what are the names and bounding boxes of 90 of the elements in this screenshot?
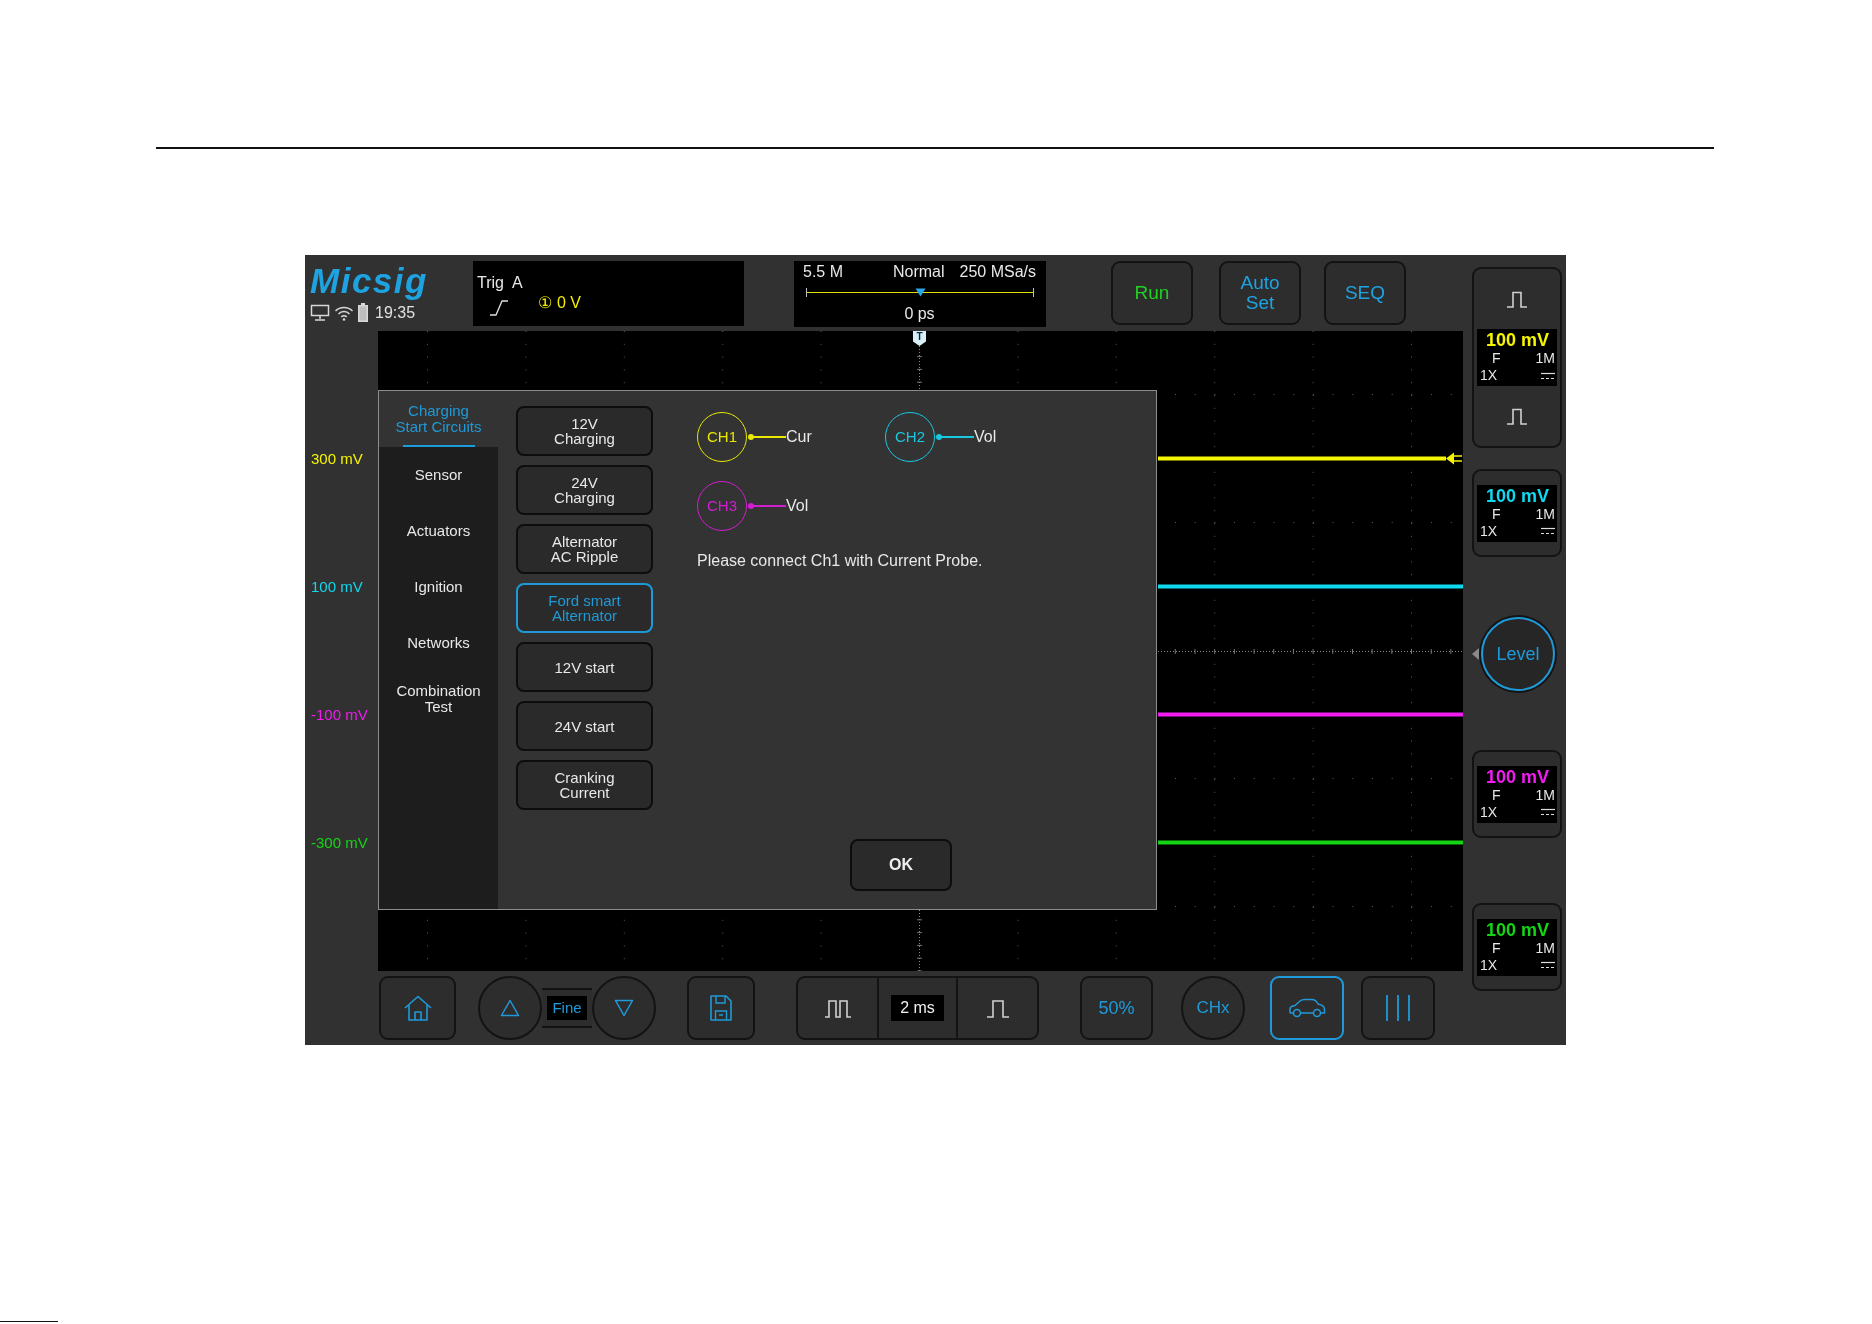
battery-icon [358,303,368,322]
memory-depth: 5.5 M [803,262,843,282]
dc-coupling-icon [1541,527,1555,535]
clock-time: 19:35 [375,303,416,322]
car-button[interactable] [1270,976,1344,1040]
seq-button[interactable]: SEQ [1324,261,1406,325]
channel-tag: CH3 [697,481,747,531]
test-button[interactable]: Cranking Current [516,760,653,810]
offset-label: 300 mV [311,450,363,468]
channel-tag: CH2 [885,412,935,462]
monitor-icon [310,304,330,321]
trigger-level: 0 V [557,293,581,313]
timebase-value: 2 ms [891,995,944,1021]
trigger-label: Trig [477,273,504,293]
ok-button[interactable]: OK [850,839,952,891]
probe-lead-icon [935,433,974,441]
trigger-marker: T [913,331,926,346]
brand-logo: Micsig [310,263,428,298]
pulse-icon [985,998,1010,1018]
bandwidth-limit: F [1491,350,1501,367]
run-button[interactable]: Run [1111,261,1193,325]
home-icon [402,994,433,1022]
category-tab[interactable]: Actuators [379,503,498,559]
probe-lead-icon [747,433,786,441]
acquisition-mode: Normal [892,262,945,282]
probe-ratio: 1X [1480,522,1498,540]
dc-coupling-icon [1541,961,1555,969]
signal-label: Cur [786,427,812,447]
bandwidth-limit: F [1491,939,1501,957]
double-pulse-icon [823,998,852,1018]
dc-coupling-icon [1541,808,1555,816]
save-button[interactable] [687,976,755,1040]
channel-tag: CH1 [697,412,747,462]
probe-lead-icon [747,502,786,510]
channel-panel[interactable]: 100 mV F 1M 1X [1472,469,1562,557]
category-tab[interactable]: Sensor [379,447,498,503]
channel-panel[interactable]: 100 mV F 1M 1X [1472,750,1562,838]
probe-ratio: 1X [1480,367,1498,384]
impedance-value: 1M [1535,939,1555,957]
home-button[interactable] [379,976,456,1040]
sample-rate: 250 MSa/s [959,262,1036,282]
category-tab[interactable]: Ignition [379,559,498,615]
offset-label: 100 mV [311,578,363,596]
test-button[interactable]: 24V Charging [516,465,653,515]
lines-button[interactable] [1361,976,1435,1040]
signal-label: Vol [974,427,997,447]
channel-panel[interactable]: 100 mV F 1M 1X [1472,267,1562,448]
pulse-icon [1506,290,1528,308]
offset-label: -300 mV [311,834,368,852]
trigger-channel: ① [538,293,552,313]
impedance-value: 1M [1535,350,1555,367]
test-button[interactable]: Alternator AC Ripple [516,524,653,574]
percent-button[interactable]: 50% [1080,976,1153,1040]
car-icon [1287,997,1327,1019]
test-button[interactable]: 24V start [516,701,653,751]
probe-ratio: 1X [1480,803,1498,821]
channel-button[interactable]: CHx [1181,976,1245,1040]
channel-panel[interactable]: 100 mV F 1M 1X [1472,903,1562,991]
category-tab[interactable]: Combination Test [379,671,498,727]
probe-ratio: 1X [1480,956,1498,974]
category-tab[interactable]: Charging Start Circuits [379,391,498,447]
bandwidth-limit: F [1491,505,1501,523]
trigger-position: 0 ps [903,304,936,324]
vertical-lines-icon [1383,994,1413,1022]
dc-coupling-icon [1541,371,1555,380]
triangle-up-icon [500,999,520,1017]
test-button[interactable]: 12V Charging [516,406,653,456]
impedance-value: 1M [1535,505,1555,523]
signal-label: Vol [786,496,809,516]
bandwidth-limit: F [1491,786,1501,804]
scale-value: 100 mV [1484,919,1550,940]
scale-value: 100 mV [1484,766,1550,787]
test-button[interactable]: 12V start [516,642,653,692]
trigger-source: A [511,273,523,293]
wifi-icon [334,304,354,321]
level-knob[interactable]: Level [1481,617,1555,691]
scale-value: 100 mV [1484,485,1550,506]
auto-set-button[interactable]: Auto Set [1219,261,1301,325]
scale-value: 100 mV [1484,330,1550,350]
rising-edge-icon [489,300,509,316]
test-button[interactable]: Ford smart Alternator [516,583,653,633]
fine-toggle[interactable]: Fine [547,996,587,1020]
caret-icon [1472,648,1479,660]
offset-label: -100 mV [311,706,368,724]
pulse-icon [1506,407,1528,425]
triangle-down-icon [614,999,634,1017]
category-tab[interactable]: Networks [379,615,498,671]
position-thumb[interactable] [914,288,926,297]
impedance-value: 1M [1535,786,1555,804]
instruction-text: Please connect Ch1 with Current Probe. [697,551,984,571]
